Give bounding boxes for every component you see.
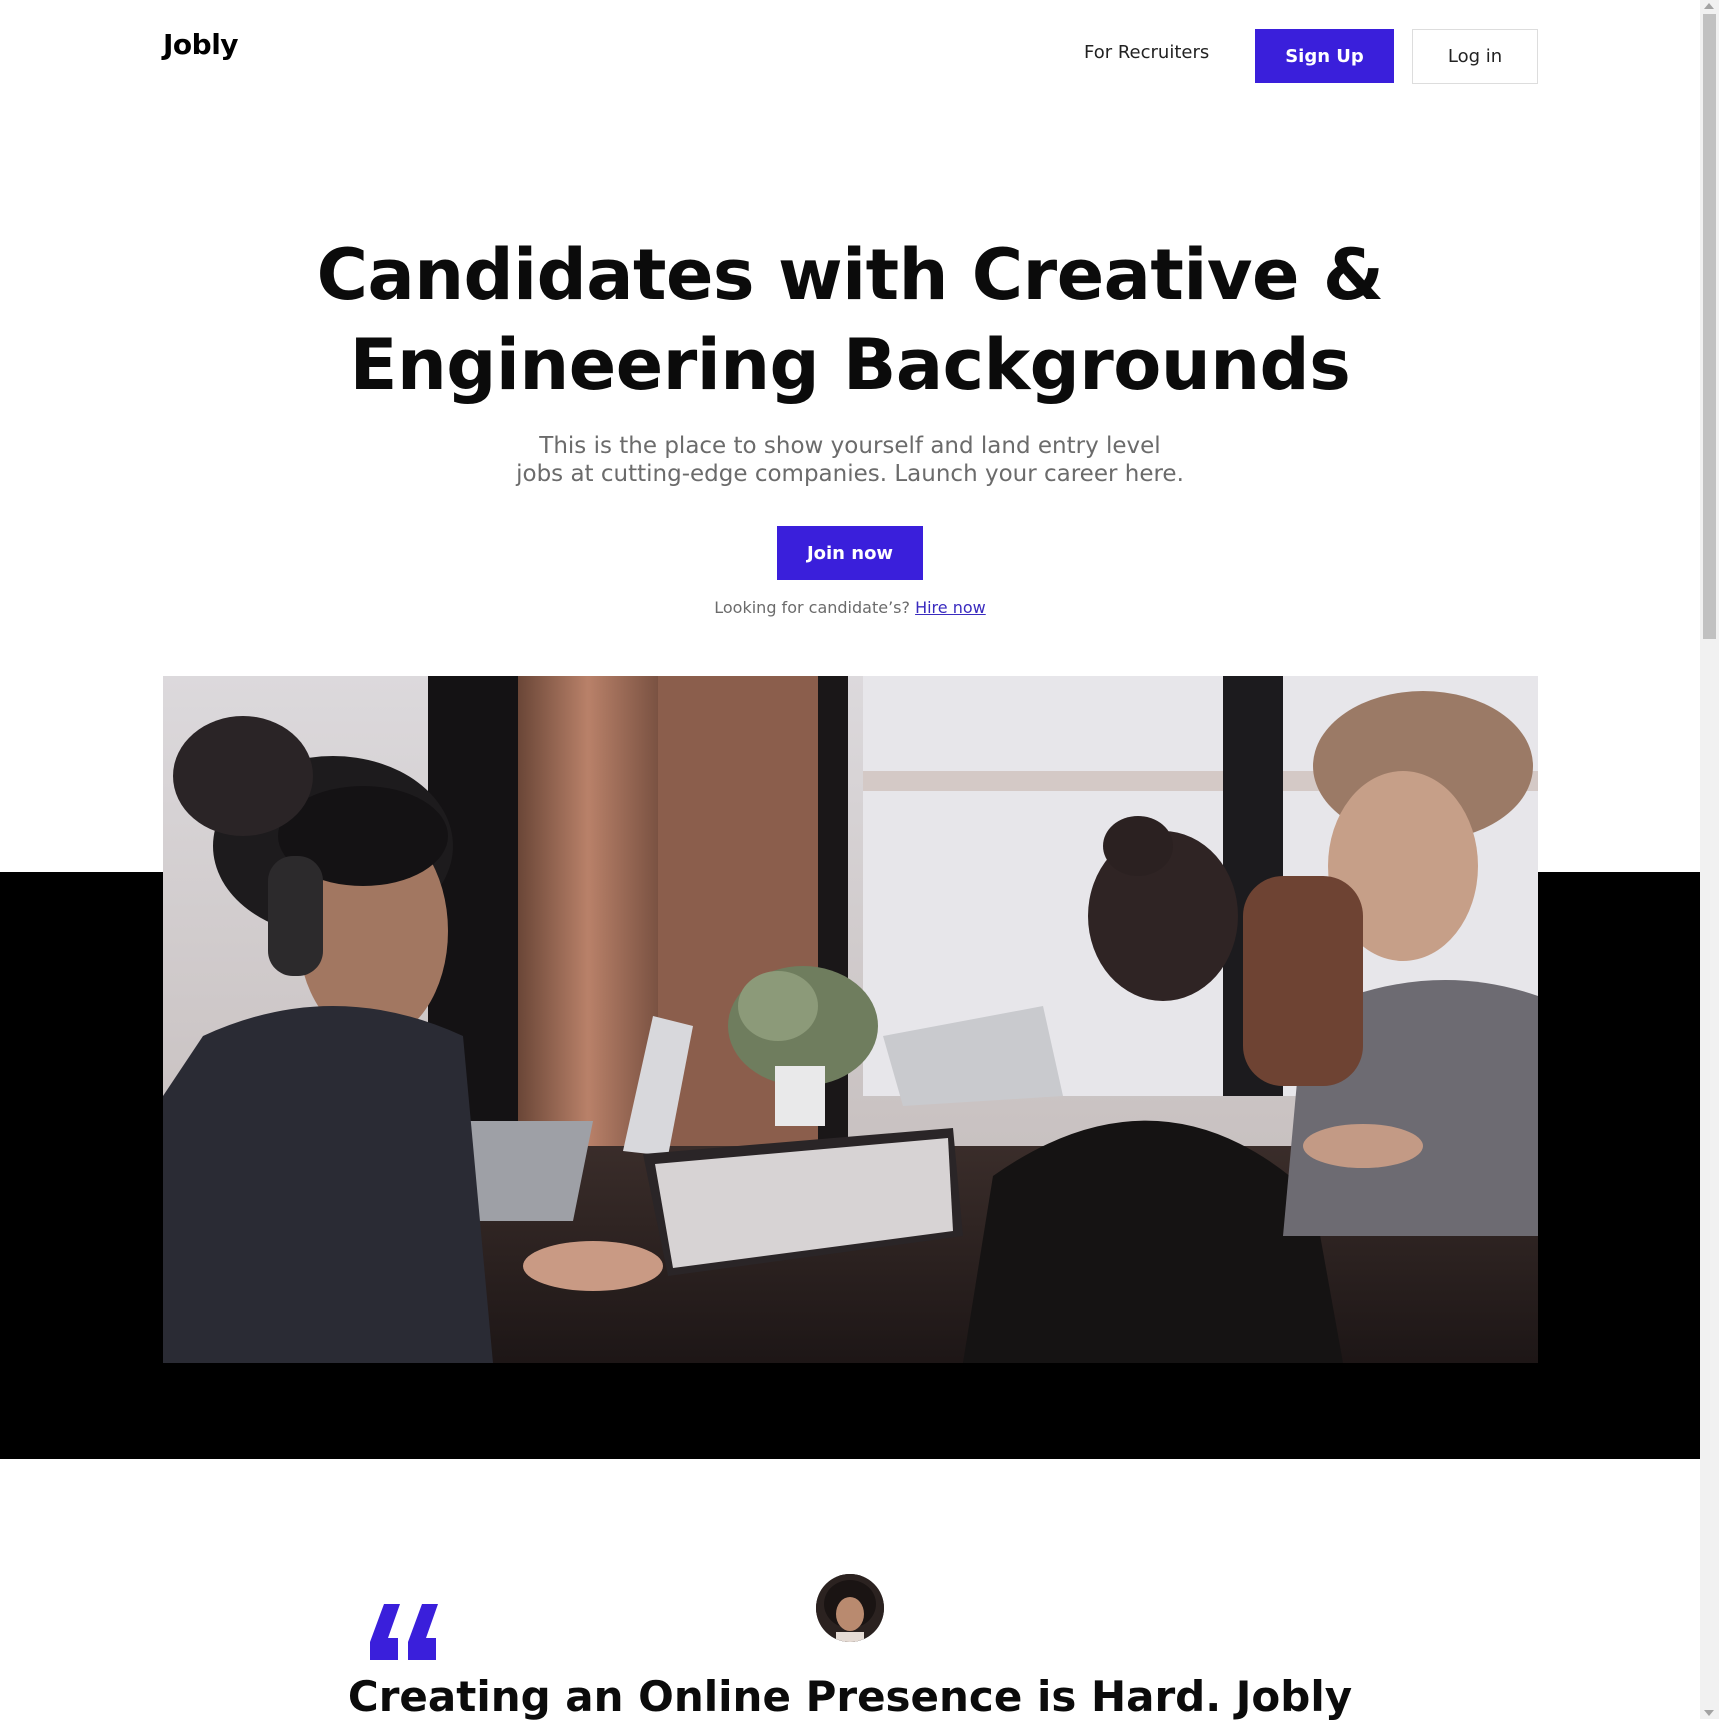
log-in-button[interactable]: Log in: [1412, 29, 1538, 84]
hire-prompt-text: Looking for candidate’s?: [714, 598, 910, 617]
quote-icon: [370, 1604, 440, 1664]
hero-title-line2: Engineering Backgrounds: [349, 324, 1351, 406]
hero-photo: [163, 676, 1538, 1363]
sign-up-button[interactable]: Sign Up: [1255, 29, 1394, 83]
hero-title: Candidates with Creative & Engineering B…: [250, 230, 1450, 410]
scroll-up-arrow-icon[interactable]: [1704, 3, 1714, 9]
hero-subtitle-line1: This is the place to show yourself and l…: [539, 433, 1161, 459]
hero-title-line1: Candidates with Creative &: [316, 234, 1384, 316]
testimonial-avatar: [816, 1574, 884, 1642]
hire-prompt: Looking for candidate’s? Hire now: [550, 598, 1150, 617]
page: Jobly For Recruiters Sign Up Log in Cand…: [0, 0, 1700, 1721]
hero-subtitle-line2: jobs at cutting-edge companies. Launch y…: [516, 461, 1184, 487]
brand-logo[interactable]: Jobly: [163, 28, 239, 61]
vertical-scrollbar[interactable]: [1700, 0, 1719, 1719]
scroll-thumb[interactable]: [1703, 14, 1716, 639]
hero-subtitle: This is the place to show yourself and l…: [450, 432, 1250, 488]
join-now-button[interactable]: Join now: [777, 526, 923, 580]
nav-for-recruiters-link[interactable]: For Recruiters: [1084, 42, 1209, 63]
scroll-down-arrow-icon[interactable]: [1704, 1710, 1714, 1716]
testimonial-title: Creating an Online Presence is Hard. Job…: [347, 1672, 1353, 1721]
hire-now-link[interactable]: Hire now: [915, 598, 986, 617]
